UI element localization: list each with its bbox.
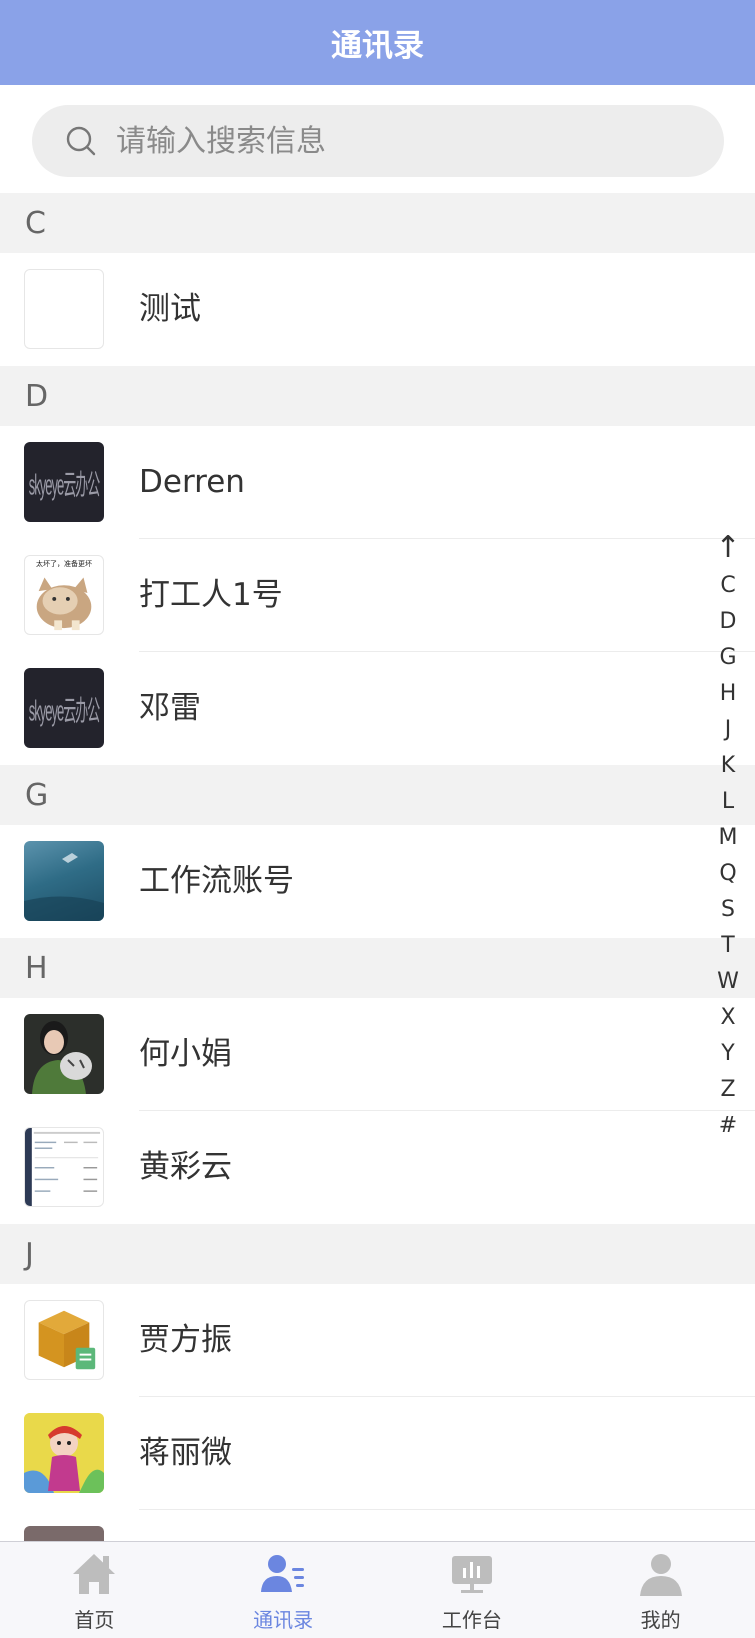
contact-item[interactable]: skyeye云办公 邓雷 — [0, 652, 755, 765]
avatar — [24, 841, 104, 921]
contact-item[interactable]: 贾方振 — [0, 1284, 755, 1397]
index-letter[interactable]: J — [725, 712, 732, 748]
index-letter[interactable]: W — [717, 964, 739, 1000]
tab-label: 通讯录 — [253, 1608, 314, 1632]
search-box[interactable] — [32, 105, 724, 177]
tab-label: 我的 — [640, 1608, 681, 1632]
home-icon — [69, 1550, 119, 1598]
skyeye-logo-text: skyeye云办公 — [28, 467, 100, 501]
avatar: 太坏了，准备更坏 — [24, 555, 104, 635]
contacts-icon — [258, 1550, 308, 1598]
profile-icon — [636, 1550, 686, 1598]
index-letter[interactable]: X — [720, 1000, 735, 1036]
contact-item[interactable]: 工作流账号 — [0, 825, 755, 938]
ocean-image — [24, 853, 104, 921]
search-bar — [0, 85, 755, 193]
index-letter[interactable]: C — [720, 568, 735, 604]
contact-name: 打工人1号 — [139, 577, 283, 613]
search-input[interactable] — [114, 122, 678, 160]
box-icon — [38, 1310, 96, 1370]
contact-item[interactable]: 黄彩云 — [0, 1111, 755, 1224]
tab-workbench[interactable]: 工作台 — [378, 1542, 567, 1638]
index-letter[interactable]: H — [720, 676, 737, 712]
contact-name: Derren — [139, 464, 245, 500]
avatar — [24, 269, 104, 349]
contact-item[interactable]: skyeye云办公 Derren — [0, 426, 755, 539]
alphabet-index[interactable]: ↑ C D G H J K L M Q S T W X Y Z # — [713, 528, 743, 1144]
contact-item[interactable] — [0, 1510, 755, 1541]
avatar — [24, 1413, 104, 1493]
tab-label: 首页 — [74, 1608, 115, 1632]
index-letter[interactable]: T — [721, 928, 734, 964]
contact-name: 贾方振 — [139, 1322, 232, 1358]
section-header-d: D — [0, 366, 755, 426]
section-header-j: J — [0, 1224, 755, 1284]
index-top-arrow[interactable]: ↑ — [715, 528, 740, 568]
screenshot-thumbnail — [25, 1128, 101, 1206]
bottom-tab-bar: 首页 通讯录 工作台 我的 — [0, 1541, 755, 1638]
tab-contacts[interactable]: 通讯录 — [189, 1542, 378, 1638]
person-image — [32, 1021, 92, 1094]
tab-profile[interactable]: 我的 — [566, 1542, 755, 1638]
index-letter[interactable]: Z — [720, 1072, 735, 1108]
section-letter: C — [25, 205, 46, 241]
contact-name: 何小娟 — [139, 1036, 232, 1072]
section-header-g: G — [0, 765, 755, 825]
section-header-c: C — [0, 193, 755, 253]
avatar — [24, 1127, 104, 1207]
contact-name: 黄彩云 — [139, 1149, 232, 1185]
section-letter: D — [25, 378, 49, 414]
avatar: skyeye云办公 — [24, 668, 104, 748]
contact-item[interactable]: 测试 — [0, 253, 755, 366]
contact-name: 蒋丽微 — [139, 1435, 232, 1471]
contact-name: 测试 — [139, 291, 201, 327]
page-title: 通讯录 — [331, 28, 424, 64]
index-letter[interactable]: M — [719, 820, 738, 856]
contact-name: 工作流账号 — [139, 863, 294, 899]
tab-label: 工作台 — [441, 1608, 502, 1632]
contact-list[interactable]: C 测试 D skyeye云办公 Derren 太坏了，准备更坏 打工人1号 s… — [0, 193, 755, 1541]
contact-item[interactable]: 蒋丽微 — [0, 1397, 755, 1510]
section-letter: G — [25, 777, 49, 813]
workbench-icon — [447, 1550, 497, 1598]
index-letter[interactable]: S — [721, 892, 735, 928]
index-letter[interactable]: D — [720, 604, 737, 640]
cartoon-image — [24, 1413, 104, 1493]
contact-item[interactable]: 太坏了，准备更坏 打工人1号 — [0, 539, 755, 652]
contact-name: 邓雷 — [139, 690, 201, 726]
index-letter[interactable]: Q — [719, 856, 736, 892]
app-header: 通讯录 — [0, 0, 755, 85]
index-letter[interactable]: K — [721, 748, 735, 784]
skyeye-logo-text: skyeye云办公 — [28, 693, 100, 727]
section-header-h: H — [0, 938, 755, 998]
index-letter[interactable]: G — [719, 640, 736, 676]
contact-item[interactable]: 何小娟 — [0, 998, 755, 1111]
index-letter[interactable]: # — [719, 1108, 737, 1144]
section-letter: H — [25, 950, 48, 986]
search-icon — [64, 124, 98, 158]
section-letter: J — [25, 1236, 34, 1272]
avatar — [24, 1526, 104, 1541]
tab-home[interactable]: 首页 — [0, 1542, 189, 1638]
avatar — [24, 1300, 104, 1380]
cat-image — [36, 577, 92, 631]
avatar: skyeye云办公 — [24, 442, 104, 522]
index-letter[interactable]: Y — [721, 1036, 734, 1072]
avatar — [24, 1014, 104, 1094]
index-letter[interactable]: L — [722, 784, 734, 820]
